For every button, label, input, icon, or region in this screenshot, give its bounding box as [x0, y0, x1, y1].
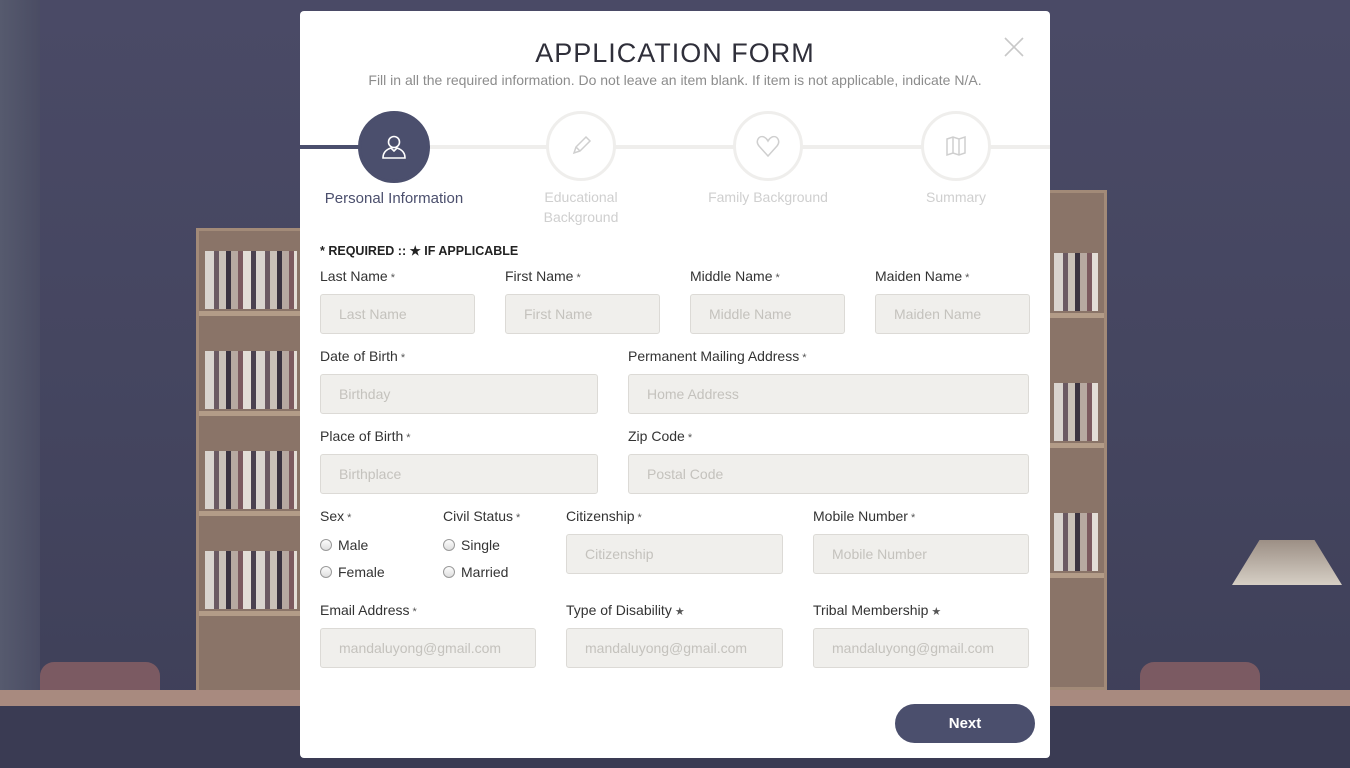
lamp [1232, 540, 1342, 585]
radio-married[interactable] [443, 566, 455, 578]
mailing-address-input[interactable] [628, 374, 1029, 414]
step-label: Personal Information [324, 190, 464, 207]
date-of-birth-label: Date of Birth * [320, 348, 406, 364]
mobile-number-input[interactable] [813, 534, 1029, 574]
step-personal-information[interactable]: Personal Information [324, 111, 464, 209]
middle-name-input[interactable] [690, 294, 845, 334]
form-title: APPLICATION FORM [535, 38, 815, 68]
pencil-icon [572, 135, 592, 155]
chair [40, 662, 160, 692]
disability-group: Type of Disability ★ [566, 602, 783, 668]
step-circle [358, 111, 430, 183]
middle-name-group: Middle Name * [690, 268, 845, 334]
mailing-address-group: Permanent Mailing Address * [628, 348, 1029, 414]
date-of-birth-input[interactable] [320, 374, 598, 414]
radio-single[interactable] [443, 539, 455, 551]
maiden-name-label: Maiden Name * [875, 268, 970, 284]
background-wall [0, 0, 40, 768]
first-name-group: First Name * [505, 268, 660, 334]
civil-status-label: Civil Status * [443, 508, 521, 524]
sex-option-male[interactable]: Male [320, 535, 430, 555]
last-name-group: Last Name * [320, 268, 475, 334]
citizenship-label: Citizenship * [566, 508, 642, 524]
last-name-input[interactable] [320, 294, 475, 334]
tribal-membership-input[interactable] [813, 628, 1029, 668]
zip-code-input[interactable] [628, 454, 1029, 494]
place-of-birth-group: Place of Birth * [320, 428, 598, 494]
email-input[interactable] [320, 628, 536, 668]
maiden-name-group: Maiden Name * [875, 268, 1030, 334]
next-button[interactable]: Next [895, 704, 1035, 743]
map-icon [946, 135, 966, 157]
maiden-name-input[interactable] [875, 294, 1030, 334]
tribal-membership-label: Tribal Membership ★ [813, 602, 942, 618]
civil-status-group: Civil Status * Single Married [443, 508, 553, 582]
mailing-address-label: Permanent Mailing Address * [628, 348, 807, 364]
zip-code-label: Zip Code * [628, 428, 693, 444]
sex-label: Sex * [320, 508, 352, 524]
date-of-birth-group: Date of Birth * [320, 348, 598, 414]
mobile-number-label: Mobile Number * [813, 508, 916, 524]
civil-option-married[interactable]: Married [443, 562, 553, 582]
step-educational-background[interactable]: Educational Background [511, 111, 651, 227]
bookshelf-left [196, 228, 306, 698]
citizenship-group: Citizenship * [566, 508, 783, 574]
zip-code-group: Zip Code * [628, 428, 1029, 494]
required-legend: * REQUIRED :: ★ IF APPLICABLE [320, 244, 519, 258]
email-label: Email Address * [320, 602, 417, 618]
disability-input[interactable] [566, 628, 783, 668]
heart-icon [756, 135, 780, 158]
user-icon [382, 135, 406, 159]
place-of-birth-label: Place of Birth * [320, 428, 411, 444]
civil-option-single[interactable]: Single [443, 535, 553, 555]
disability-label: Type of Disability ★ [566, 602, 685, 618]
radio-male[interactable] [320, 539, 332, 551]
application-form-modal: APPLICATION FORM Fill in all the require… [300, 11, 1050, 758]
bookshelf-right [1045, 190, 1107, 690]
step-circle [733, 111, 803, 181]
sex-option-female[interactable]: Female [320, 562, 430, 582]
radio-female[interactable] [320, 566, 332, 578]
chair [1140, 662, 1260, 692]
step-label: Family Background [708, 189, 828, 205]
step-summary[interactable]: Summary [886, 111, 1026, 207]
step-label: Educational Background [543, 189, 619, 225]
first-name-input[interactable] [505, 294, 660, 334]
sex-group: Sex * Male Female [320, 508, 430, 582]
step-circle [921, 111, 991, 181]
middle-name-label: Middle Name * [690, 268, 780, 284]
step-circle [546, 111, 616, 181]
place-of-birth-input[interactable] [320, 454, 598, 494]
step-family-background[interactable]: Family Background [698, 111, 838, 207]
last-name-label: Last Name * [320, 268, 395, 284]
first-name-label: First Name * [505, 268, 581, 284]
email-group: Email Address * [320, 602, 536, 668]
mobile-number-group: Mobile Number * [813, 508, 1029, 574]
citizenship-input[interactable] [566, 534, 783, 574]
form-subtitle: Fill in all the required information. Do… [368, 72, 982, 88]
step-label: Summary [926, 189, 986, 205]
tribal-membership-group: Tribal Membership ★ [813, 602, 1029, 668]
